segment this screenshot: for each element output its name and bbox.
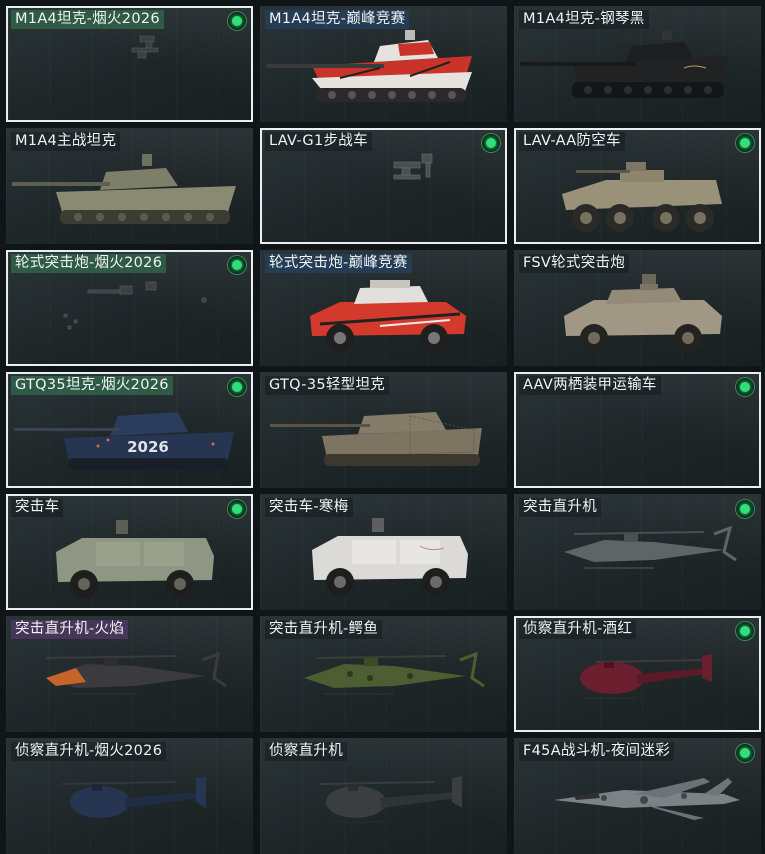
- vehicle-title: 突击直升机: [519, 498, 601, 517]
- vehicle-card[interactable]: 突击车-寒梅: [260, 494, 507, 610]
- vehicle-card[interactable]: GTQ-35轻型坦克: [260, 372, 507, 488]
- vehicle-title: GTQ35坦克-烟火2026: [11, 376, 173, 395]
- vehicle-card[interactable]: 侦察直升机-烟火2026: [6, 738, 253, 854]
- equipped-check-icon: [736, 378, 754, 396]
- vehicle-title: 侦察直升机: [265, 742, 347, 761]
- vehicle-title: GTQ-35轻型坦克: [265, 376, 390, 395]
- vehicle-title: M1A4主战坦克: [11, 132, 121, 151]
- vehicle-card[interactable]: 侦察直升机-酒红: [514, 616, 761, 732]
- vehicle-card[interactable]: 侦察直升机: [260, 738, 507, 854]
- equipped-check-icon: [228, 256, 246, 274]
- vehicle-card[interactable]: 轮式突击炮-烟火2026: [6, 250, 253, 366]
- vehicle-card[interactable]: M1A4主战坦克: [6, 128, 253, 244]
- vehicle-title: 突击直升机-鳄鱼: [265, 620, 383, 639]
- vehicle-title: 侦察直升机-酒红: [519, 620, 637, 639]
- equipped-check-icon: [736, 744, 754, 762]
- vehicle-card[interactable]: FSV轮式突击炮: [514, 250, 761, 366]
- vehicle-card[interactable]: 轮式突击炮-巅峰竞赛: [260, 250, 507, 366]
- equipped-check-icon: [228, 378, 246, 396]
- vehicle-title: FSV轮式突击炮: [519, 254, 630, 273]
- vehicle-card[interactable]: 突击直升机: [514, 494, 761, 610]
- equipped-check-icon: [228, 500, 246, 518]
- vehicle-title: LAV-AA防空车: [519, 132, 625, 151]
- vehicle-card[interactable]: 突击直升机-火焰: [6, 616, 253, 732]
- vehicle-title: 轮式突击炮-巅峰竞赛: [265, 254, 412, 273]
- vehicle-card[interactable]: 突击直升机-鳄鱼: [260, 616, 507, 732]
- vehicle-card[interactable]: AAV两栖装甲运输车: [514, 372, 761, 488]
- vehicle-card[interactable]: M1A4坦克-烟火2026: [6, 6, 253, 122]
- livery-text: 2026: [127, 438, 169, 456]
- vehicle-card[interactable]: 2026 GTQ35坦克-烟火2026: [6, 372, 253, 488]
- equipped-check-icon: [736, 134, 754, 152]
- vehicle-card[interactable]: LAV-G1步战车: [260, 128, 507, 244]
- vehicle-card[interactable]: M1A4坦克-巅峰竞赛: [260, 6, 507, 122]
- vehicle-title: LAV-G1步战车: [265, 132, 372, 151]
- equipped-check-icon: [736, 500, 754, 518]
- vehicle-title: 突击车-寒梅: [265, 498, 353, 517]
- equipped-check-icon: [736, 622, 754, 640]
- vehicle-title: M1A4坦克-烟火2026: [11, 10, 164, 29]
- vehicle-title: M1A4坦克-钢琴黑: [519, 10, 649, 29]
- equipped-check-icon: [228, 12, 246, 30]
- vehicle-card[interactable]: 突击车: [6, 494, 253, 610]
- vehicle-title: 突击直升机-火焰: [11, 620, 129, 639]
- vehicle-card[interactable]: F45A战斗机-夜间迷彩: [514, 738, 761, 854]
- vehicle-card[interactable]: LAV-AA防空车: [514, 128, 761, 244]
- vehicle-card[interactable]: M1A4坦克-钢琴黑: [514, 6, 761, 122]
- vehicle-title: M1A4坦克-巅峰竞赛: [265, 10, 410, 29]
- vehicle-grid: M1A4坦克-烟火2026 M1A4坦克-巅峰竞赛 M1A4坦克-钢琴黑 M1A…: [6, 6, 761, 854]
- vehicle-title: AAV两栖装甲运输车: [519, 376, 661, 395]
- vehicle-title: F45A战斗机-夜间迷彩: [519, 742, 675, 761]
- equipped-check-icon: [482, 134, 500, 152]
- vehicle-title: 轮式突击炮-烟火2026: [11, 254, 167, 273]
- vehicle-title: 侦察直升机-烟火2026: [11, 742, 167, 761]
- vehicle-title: 突击车: [11, 498, 64, 517]
